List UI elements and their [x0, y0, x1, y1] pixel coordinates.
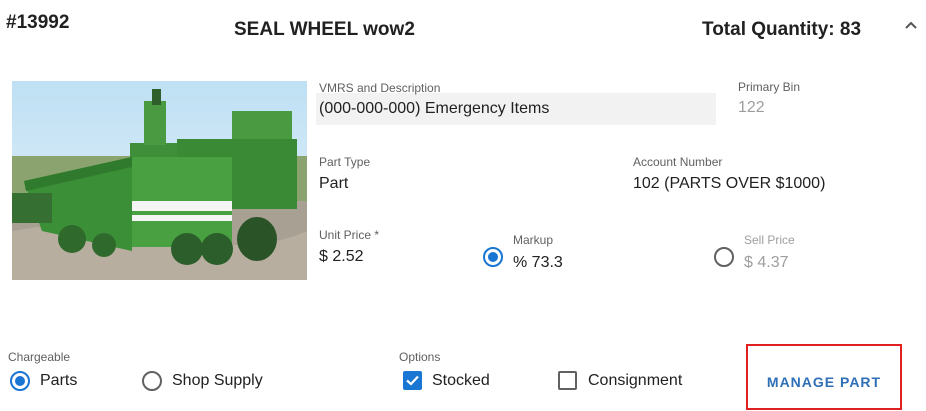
manage-part-button[interactable]: MANAGE PART	[746, 344, 902, 410]
markup-label: Markup	[513, 233, 554, 247]
account-number-value: 102 (PARTS OVER $1000)	[633, 175, 826, 192]
chargeable-shop-supply-label[interactable]: Shop Supply	[172, 372, 263, 390]
stocked-checkbox[interactable]	[403, 371, 422, 390]
manage-part-label: MANAGE PART	[766, 374, 882, 390]
unit-price-field[interactable]: $ 2.52	[319, 248, 363, 266]
account-number-label: Account Number	[633, 155, 723, 169]
vmrs-label: VMRS and Description	[319, 81, 441, 95]
total-quantity: Total Quantity: 83	[702, 19, 862, 40]
markup-field[interactable]: % 73.3	[513, 254, 563, 272]
chargeable-shop-supply-radio[interactable]	[142, 371, 162, 391]
chevron-up-icon	[905, 21, 917, 29]
options-label: Options	[399, 350, 441, 364]
part-number: #13992	[6, 12, 70, 33]
chargeable-parts-radio[interactable]	[10, 371, 30, 391]
sell-price-field[interactable]: $ 4.37	[744, 254, 788, 272]
sell-price-radio[interactable]	[714, 247, 734, 267]
markup-radio[interactable]	[483, 247, 503, 267]
checkmark-icon	[406, 375, 419, 386]
sell-price-label: Sell Price	[744, 233, 795, 247]
collapse-button[interactable]	[904, 20, 926, 42]
stocked-label[interactable]: Stocked	[432, 372, 490, 390]
consignment-label[interactable]: Consignment	[588, 372, 682, 390]
part-photo	[12, 81, 307, 280]
part-type-label: Part Type	[319, 155, 371, 169]
unit-price-label: Unit Price *	[319, 228, 380, 242]
part-name: SEAL WHEEL wow2	[234, 19, 415, 40]
part-type-value: Part	[319, 175, 349, 192]
chargeable-parts-label[interactable]: Parts	[40, 372, 77, 390]
vmrs-field[interactable]: (000-000-000) Emergency Items	[319, 100, 549, 118]
consignment-checkbox[interactable]	[558, 371, 577, 390]
primary-bin-value: 122	[738, 99, 765, 116]
chargeable-label: Chargeable	[8, 350, 71, 364]
primary-bin-label: Primary Bin	[738, 80, 801, 94]
